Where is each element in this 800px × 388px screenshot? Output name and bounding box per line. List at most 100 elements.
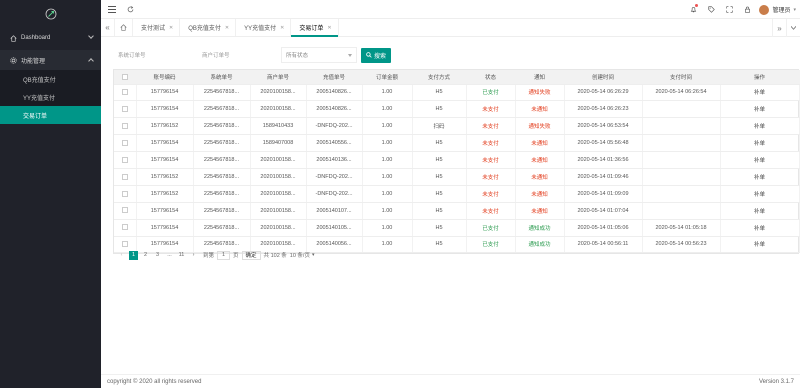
sidebar-subitem-yy[interactable]: YY充值支付 <box>0 88 101 106</box>
page-button[interactable]: 2 <box>141 251 150 260</box>
reissue-button[interactable]: 补单 <box>720 185 800 203</box>
table-row: 157796152 22545678​18... 2020100158... -DNF… <box>114 185 800 203</box>
chevron-down-icon <box>348 54 352 57</box>
table-cell: 1.00 <box>362 151 413 169</box>
tag-icon[interactable] <box>705 0 717 19</box>
page-ellipsis: ... <box>167 252 172 258</box>
page-size-value: 10 条/页 <box>289 253 310 259</box>
status-cell: 已支付 <box>466 84 516 102</box>
prev-page-button[interactable]: ‹ <box>117 251 126 260</box>
checkbox-icon[interactable] <box>121 73 128 80</box>
bell-icon[interactable] <box>687 0 699 19</box>
sidebar-item-label: Dashboard <box>21 35 51 41</box>
row-checkbox[interactable] <box>114 151 137 169</box>
chevron-down-icon: ▾ <box>311 252 315 258</box>
reissue-button[interactable]: 补单 <box>720 100 800 119</box>
close-icon[interactable]: ✕ <box>169 25 173 31</box>
table-cell: 1.00 <box>362 236 413 254</box>
menu-toggle-icon[interactable] <box>105 0 119 19</box>
table-cell: 2020-05-14 06:53:54 <box>564 117 643 136</box>
row-checkbox[interactable] <box>114 134 137 153</box>
sidebar-item-label: 功能管理 <box>21 58 46 65</box>
checkbox-icon[interactable] <box>121 190 128 197</box>
tabs-next-icon[interactable]: » <box>772 19 786 37</box>
row-checkbox[interactable] <box>114 185 137 203</box>
table-cell: -DNFDQ-202... <box>306 168 363 186</box>
sidebar-item-dashboard[interactable]: Dashboard <box>0 28 101 48</box>
checkbox-icon[interactable] <box>121 156 128 163</box>
checkbox-icon[interactable] <box>121 139 128 146</box>
reissue-button[interactable]: 补单 <box>720 219 800 237</box>
row-checkbox[interactable] <box>114 100 137 119</box>
select-all-checkbox[interactable] <box>114 70 137 85</box>
column-header: 系统单号 <box>193 70 251 85</box>
status-cell: 未支付 <box>466 100 516 119</box>
checkbox-icon[interactable] <box>121 241 128 248</box>
page-button[interactable]: 11 <box>177 251 186 260</box>
reissue-button[interactable]: 补单 <box>720 151 800 169</box>
table-cell: 157796154 <box>136 219 194 237</box>
column-header: 通知 <box>515 70 565 85</box>
reissue-button[interactable]: 补单 <box>720 202 800 220</box>
checkbox-icon[interactable] <box>121 207 128 214</box>
copyright-text: copyright © 2020 all rights reserved <box>107 378 202 385</box>
checkbox-icon[interactable] <box>121 89 128 96</box>
checkbox-icon[interactable] <box>121 123 128 129</box>
reissue-button[interactable]: 补单 <box>720 84 800 102</box>
tab-pay-test[interactable]: 支付测试 ✕ <box>133 19 181 36</box>
refresh-icon[interactable] <box>123 0 137 19</box>
merchant-order-input[interactable]: 商户订单号 <box>197 47 277 63</box>
column-header: 商户单号 <box>250 70 307 85</box>
search-button[interactable]: 搜索 <box>361 47 392 63</box>
reissue-button[interactable]: 补单 <box>720 117 800 136</box>
row-checkbox[interactable] <box>114 219 137 237</box>
reissue-button[interactable]: 补单 <box>720 134 800 153</box>
status-cell: 未支付 <box>466 185 516 203</box>
row-checkbox[interactable] <box>114 202 137 220</box>
home-tab-icon[interactable] <box>115 19 133 36</box>
page-button[interactable]: 1 <box>129 250 138 260</box>
table-cell: 2020-05-14 01:09:09 <box>564 185 643 203</box>
table-cell: 2020100158... <box>250 151 307 169</box>
table-cell: 1.00 <box>362 185 413 203</box>
fullscreen-icon[interactable] <box>723 0 735 19</box>
table-cell: 22545678​18... <box>193 134 251 153</box>
table-cell: 2005140105... <box>306 219 363 237</box>
tab-qb[interactable]: QB充值支付 ✕ <box>180 19 237 36</box>
checkbox-icon[interactable] <box>121 173 128 180</box>
lock-icon[interactable] <box>741 0 753 19</box>
row-checkbox[interactable] <box>114 168 137 186</box>
tabs-menu-icon[interactable] <box>786 19 800 37</box>
tab-orders[interactable]: 交易订单 ✕ <box>291 19 339 37</box>
table-cell: H5 <box>412 151 467 169</box>
next-page-button[interactable]: › <box>189 251 198 260</box>
close-icon[interactable]: ✕ <box>225 25 229 31</box>
tab-yy[interactable]: YY充值支付 ✕ <box>236 19 292 36</box>
row-checkbox[interactable] <box>114 84 137 102</box>
reissue-button[interactable]: 补单 <box>720 168 800 186</box>
table-cell: 157796152 <box>136 117 194 136</box>
table-cell <box>642 100 721 119</box>
sidebar-subitem-orders[interactable]: 交易订单 <box>0 106 101 124</box>
search-button-label: 搜索 <box>374 53 387 60</box>
close-icon[interactable]: ✕ <box>327 25 331 31</box>
page-size-select[interactable]: 10 条/页 ▾ <box>290 251 315 259</box>
table-cell: -DNFDQ-202... <box>306 185 363 203</box>
status-select[interactable]: 所有状态 <box>281 47 357 63</box>
system-order-input[interactable]: 系统订单号 <box>113 47 193 63</box>
reissue-button[interactable]: 补单 <box>720 236 800 254</box>
page-button[interactable]: 3 <box>153 251 162 260</box>
table-cell: 2020100158... <box>250 84 307 102</box>
checkbox-icon[interactable] <box>121 106 128 113</box>
table-cell: 2020100158... <box>250 202 307 220</box>
goto-page-input[interactable]: 1 <box>217 250 231 260</box>
tabs-prev-icon[interactable]: « <box>101 19 115 36</box>
column-header: 状态 <box>466 70 516 85</box>
checkbox-icon[interactable] <box>121 224 128 231</box>
close-icon[interactable]: ✕ <box>280 25 284 31</box>
user-menu[interactable]: 管理员 ▾ <box>759 4 796 15</box>
sidebar-item-function-manage[interactable]: 功能管理 <box>0 50 101 70</box>
confirm-button[interactable]: 确定 <box>241 250 261 260</box>
row-checkbox[interactable] <box>114 117 137 136</box>
sidebar-subitem-qb[interactable]: QB充值支付 <box>0 70 101 88</box>
